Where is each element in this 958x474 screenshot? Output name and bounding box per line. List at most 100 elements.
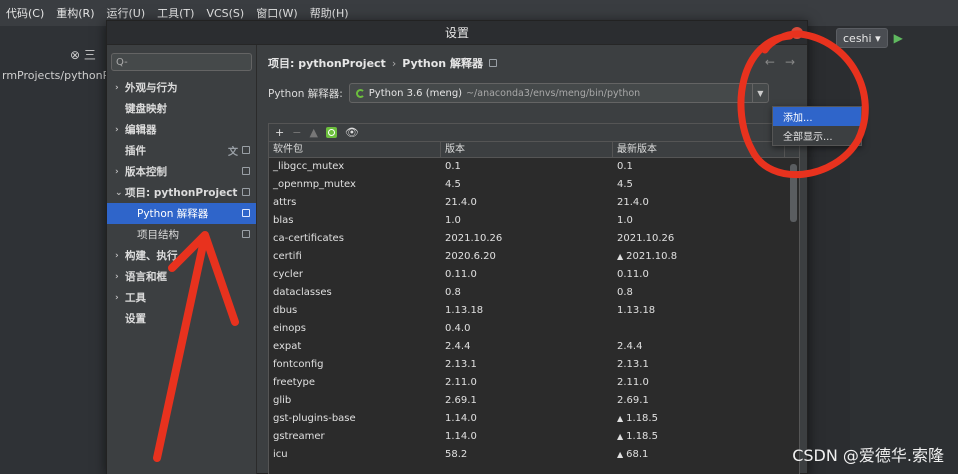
- sidebar-item[interactable]: Python 解释器: [107, 203, 256, 224]
- table-row[interactable]: expat 2.4.4 2.4.4: [269, 338, 799, 356]
- table-row[interactable]: fontconfig 2.13.1 2.13.1: [269, 356, 799, 374]
- latest-version-value: 0.1: [617, 161, 633, 172]
- header-version[interactable]: 版本: [441, 142, 613, 157]
- interpreter-name: Python 3.6 (meng): [368, 87, 463, 99]
- table-row[interactable]: cycler 0.11.0 0.11.0: [269, 266, 799, 284]
- latest-version-value: 0.8: [617, 287, 633, 298]
- sidebar-item[interactable]: › 语言和框: [107, 266, 256, 287]
- menu-item[interactable]: 帮助(H): [310, 5, 349, 21]
- interpreter-select[interactable]: Python 3.6 (meng) ~/anaconda3/envs/meng/…: [348, 83, 769, 103]
- sidebar-item[interactable]: 设置: [107, 308, 256, 329]
- table-row[interactable]: gstreamer 1.14.0 ▲ 1.18.5: [269, 428, 799, 446]
- package-name: _libgcc_mutex: [273, 161, 345, 172]
- upgrade-arrow-icon: ▲: [617, 252, 624, 261]
- project-scope-icon: [242, 230, 250, 238]
- latest-version-value: 0.11.0: [617, 269, 649, 280]
- table-row[interactable]: dataclasses 0.8 0.8: [269, 284, 799, 302]
- ide-editor-area: [850, 26, 958, 474]
- settings-content: 项目: pythonProject › Python 解释器 ← → Pytho…: [258, 45, 862, 474]
- packages-list: _libgcc_mutex 0.1 0.1 _openmp_mutex 4.5 4.5 at…: [269, 158, 799, 464]
- sidebar-item[interactable]: › 版本控制: [107, 161, 256, 182]
- table-row[interactable]: icu 58.2 ▲ 68.1: [269, 446, 799, 464]
- package-latest: 0.8: [613, 284, 785, 302]
- latest-version-value: 2.11.0: [617, 377, 649, 388]
- menu-item[interactable]: VCS(S): [206, 7, 244, 20]
- sidebar-item[interactable]: 键盘映射: [107, 98, 256, 119]
- add-package-button[interactable]: +: [275, 126, 284, 139]
- table-row[interactable]: freetype 2.11.0 2.11.0: [269, 374, 799, 392]
- table-row[interactable]: dbus 1.13.18 1.13.18: [269, 302, 799, 320]
- menu-item[interactable]: 重构(R): [56, 5, 94, 21]
- table-row[interactable]: certifi 2020.6.20 ▲ 2021.10.8: [269, 248, 799, 266]
- project-panel-icons[interactable]: ⊗ 三: [70, 46, 96, 63]
- project-scope-icon: [242, 188, 250, 196]
- upgrade-arrow-icon: ▲: [617, 450, 624, 459]
- sidebar-item[interactable]: 项目结构: [107, 224, 256, 245]
- history-nav: ← →: [765, 55, 795, 69]
- back-arrow-icon[interactable]: ←: [765, 55, 775, 69]
- settings-dialog: 设置 Q- › 外观与行为 键盘映射 › 编辑器插件 文 › 版本控制 ⌄ 项目: pythonP…: [106, 20, 862, 474]
- package-version: 2.11.0: [445, 377, 477, 388]
- show-all-item[interactable]: 全部显示...: [773, 126, 861, 145]
- table-row[interactable]: ca-certificates 2021.10.26 2021.10.26: [269, 230, 799, 248]
- sidebar-item[interactable]: 插件 文: [107, 140, 256, 161]
- upgrade-package-button[interactable]: ▲: [309, 126, 317, 139]
- package-name: ca-certificates: [273, 233, 344, 244]
- header-package[interactable]: 软件包: [269, 142, 441, 157]
- menu-item[interactable]: 运行(U): [107, 5, 146, 21]
- interpreter-row: Python 解释器: Python 3.6 (meng) ~/anaconda…: [268, 83, 769, 103]
- sidebar-item[interactable]: › 编辑器: [107, 119, 256, 140]
- package-latest: 2.11.0: [613, 374, 785, 392]
- close-icon[interactable]: [791, 27, 803, 39]
- eye-icon[interactable]: 👁: [345, 126, 359, 139]
- add-interpreter-item[interactable]: 添加...: [773, 107, 861, 126]
- remove-package-button[interactable]: −: [292, 126, 301, 139]
- chevron-icon: ›: [115, 82, 119, 93]
- run-config-selector[interactable]: ceshi ▾: [836, 28, 888, 48]
- package-name: fontconfig: [273, 359, 324, 370]
- table-row[interactable]: _libgcc_mutex 0.1 0.1: [269, 158, 799, 176]
- package-latest: 2021.10.26: [613, 230, 785, 248]
- package-latest: 0.1: [613, 158, 785, 176]
- upgrade-arrow-icon: ▲: [617, 432, 624, 441]
- chevron-icon: ›: [115, 124, 119, 135]
- package-version: 58.2: [445, 449, 468, 460]
- table-row[interactable]: _openmp_mutex 4.5 4.5: [269, 176, 799, 194]
- menu-item[interactable]: 代码(C): [6, 5, 44, 21]
- forward-arrow-icon[interactable]: →: [785, 55, 795, 69]
- project-scope-icon: [242, 209, 250, 217]
- breadcrumb-project: 项目: pythonProject: [268, 57, 386, 70]
- sidebar-item[interactable]: › 工具: [107, 287, 256, 308]
- menu-item[interactable]: 工具(T): [157, 5, 194, 21]
- project-scope-icon: [242, 167, 250, 175]
- chevron-down-icon[interactable]: ▼: [751, 84, 768, 102]
- sidebar-item[interactable]: ⌄ 项目: pythonProject: [107, 182, 256, 203]
- run-config-label: ceshi: [843, 31, 872, 45]
- search-input[interactable]: Q-: [111, 53, 252, 71]
- sidebar-item[interactable]: › 构建、执行、: [107, 245, 256, 266]
- interpreter-popup-menu: 添加... 全部显示...: [772, 106, 862, 146]
- sidebar-item-label: 语言和框: [125, 271, 167, 283]
- sidebar-item[interactable]: › 外观与行为: [107, 77, 256, 98]
- chevron-icon: ›: [115, 292, 119, 303]
- table-row[interactable]: attrs 21.4.0 21.4.0: [269, 194, 799, 212]
- interpreter-path: ~/anaconda3/envs/meng/bin/python: [466, 87, 641, 99]
- breadcrumb-separator: ›: [391, 56, 397, 70]
- scrollbar[interactable]: [790, 164, 797, 222]
- refresh-icon[interactable]: [325, 127, 337, 138]
- menu-item[interactable]: 窗口(W): [256, 5, 297, 21]
- package-name: einops: [273, 323, 306, 334]
- table-row[interactable]: glib 2.69.1 2.69.1: [269, 392, 799, 410]
- package-name: certifi: [273, 251, 302, 262]
- translate-icon: 文: [228, 147, 238, 158]
- table-row[interactable]: blas 1.0 1.0: [269, 212, 799, 230]
- header-latest[interactable]: 最新版本: [613, 142, 785, 157]
- latest-version-value: 2.4.4: [617, 341, 643, 352]
- chevron-icon: ›: [115, 166, 119, 177]
- package-version: 1.0: [445, 215, 461, 226]
- table-row[interactable]: gst-plugins-base 1.14.0 ▲ 1.18.5: [269, 410, 799, 428]
- sidebar-item-label: 插件: [125, 145, 146, 157]
- table-row[interactable]: einops 0.4.0: [269, 320, 799, 338]
- latest-version-value: 1.0: [617, 215, 633, 226]
- run-icon[interactable]: ▶: [894, 31, 903, 45]
